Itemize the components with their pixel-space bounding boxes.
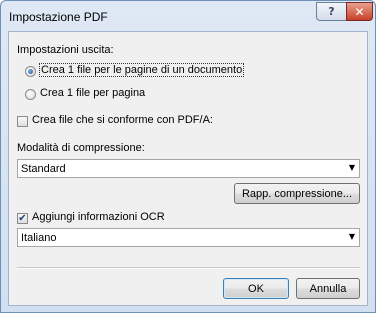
compression-ratio-button-label: Rapp. compressione... [241,187,353,200]
ok-button-label: OK [248,282,264,295]
compression-mode-label: Modalità di compressione: [17,142,145,154]
title-bar[interactable]: Impostazione PDF ? ✕ [1,1,375,31]
close-button[interactable]: ✕ [346,2,373,21]
compression-mode-value: Standard [21,163,66,175]
radio-one-file-per-document-label[interactable]: Crea 1 file per le pagine di un document… [38,63,245,77]
help-icon: ? [328,5,335,18]
cancel-button-label: Annulla [309,282,347,295]
chevron-down-icon: ▼ [348,163,355,172]
radio-one-file-per-page[interactable] [25,89,36,100]
ok-button[interactable]: OK [223,278,289,299]
ocr-checkbox[interactable]: ✔ [17,213,28,224]
radio-one-file-per-document[interactable] [25,66,36,77]
help-button[interactable]: ? [316,2,347,21]
pdfa-checkbox[interactable] [17,116,28,127]
ocr-language-value: Italiano [21,232,57,244]
ocr-language-select[interactable]: Italiano ▼ [17,228,360,247]
compression-ratio-button[interactable]: Rapp. compressione... [234,183,360,204]
checkmark-icon: ✔ [18,213,27,224]
pdfa-checkbox-label[interactable]: Crea file che si conforme con PDF/A: [32,114,213,126]
divider [17,267,360,269]
window-title: Impostazione PDF [9,10,108,24]
compression-mode-select[interactable]: Standard ▼ [17,159,360,178]
dialog-body: Impostazioni uscita: Crea 1 file per le … [8,31,368,306]
chevron-down-icon: ▼ [348,232,355,241]
pdf-settings-dialog: Impostazione PDF ? ✕ Impostazioni uscita… [0,0,376,313]
cancel-button[interactable]: Annulla [296,278,360,299]
output-settings-heading: Impostazioni uscita: [17,44,114,56]
close-icon: ✕ [354,4,365,19]
ocr-checkbox-label[interactable]: Aggiungi informazioni OCR [32,211,165,223]
radio-one-file-per-page-label[interactable]: Crea 1 file per pagina [40,87,145,99]
